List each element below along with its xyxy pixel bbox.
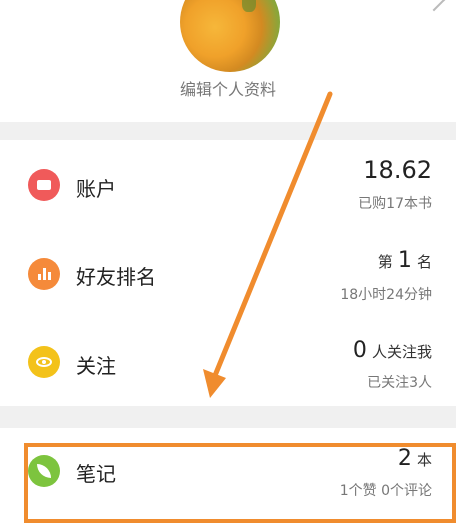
section-divider	[0, 122, 456, 140]
row-follow[interactable]: 关注 0 人关注我 已关注3人	[0, 318, 456, 408]
row-label: 账户	[76, 177, 116, 201]
chevron-right-icon[interactable]	[422, 0, 446, 12]
avatar[interactable]	[180, 0, 280, 72]
ranking-unit: 名	[416, 253, 432, 271]
eye-icon	[28, 346, 60, 378]
account-sub: 已购17本书	[358, 196, 432, 212]
account-balance: 18.62	[363, 156, 432, 184]
followers-count: 0	[352, 338, 367, 363]
ranking-sub: 18小时24分钟	[340, 287, 432, 303]
row-friend-ranking[interactable]: 好友排名 第 1 名 18小时24分钟	[0, 230, 456, 320]
wallet-icon	[28, 169, 60, 201]
followers-unit: 人关注我	[371, 343, 432, 361]
following-sub: 已关注3人	[367, 375, 432, 391]
row-label: 好友排名	[76, 265, 156, 289]
row-label: 关注	[76, 354, 116, 378]
avatar-detail	[242, 0, 256, 12]
section-divider	[0, 406, 456, 428]
ranking-prefix: 第	[377, 253, 393, 271]
annotation-highlight-box	[24, 443, 456, 523]
row-account[interactable]: 账户 18.62 已购17本书	[0, 140, 456, 230]
bar-chart-icon	[28, 258, 60, 290]
edit-profile-link[interactable]: 编辑个人资料	[0, 76, 456, 100]
ranking-value: 1	[397, 248, 412, 273]
